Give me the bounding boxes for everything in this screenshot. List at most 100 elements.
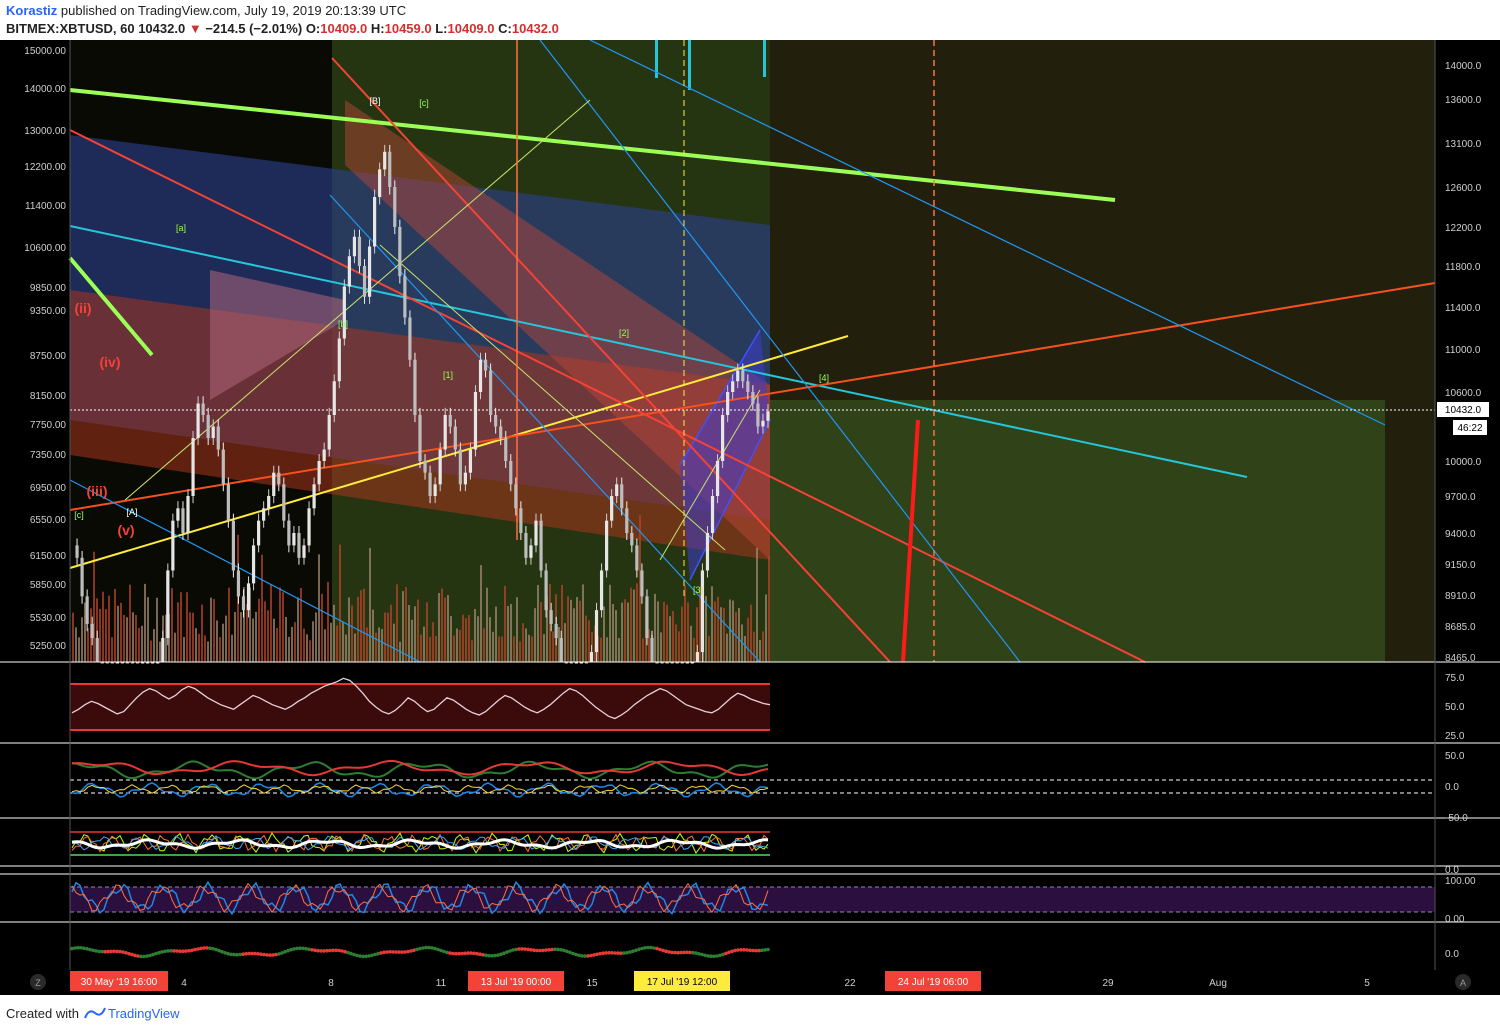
volume-bar — [489, 617, 491, 662]
volume-bar — [495, 606, 497, 662]
candle-body — [549, 610, 553, 624]
momentum-point — [511, 948, 515, 952]
volume-bar — [267, 610, 269, 662]
momentum-point — [292, 947, 296, 951]
momentum-point — [160, 950, 164, 954]
tradingview-logo-text[interactable]: TradingView — [108, 1006, 180, 1021]
candle-body — [620, 484, 624, 509]
right-axis-tick: 10600.0 — [1445, 388, 1482, 399]
momentum-point — [91, 948, 95, 953]
momentum-point — [82, 946, 86, 950]
volume-bar — [468, 614, 470, 662]
candle-body — [166, 570, 170, 638]
volume-bar — [183, 637, 185, 662]
left-axis-tick: 10600.00 — [24, 243, 66, 254]
volume-bar — [138, 627, 140, 662]
volume-bar — [123, 614, 125, 662]
momentum-point — [70, 946, 74, 951]
candle-body — [176, 508, 180, 521]
chart-canvas[interactable]: (ii) (iv) (iii) (v) [c] [A] [a] [b] [B] [c] [1] [2]… — [0, 40, 1500, 995]
candle-body — [317, 461, 321, 485]
volume-bar — [456, 628, 458, 662]
volume-bar — [426, 602, 428, 662]
momentum-point — [337, 948, 341, 953]
volume-bar — [408, 605, 410, 662]
volume-bar — [273, 618, 275, 662]
volume-bar — [624, 599, 626, 662]
volume-bar — [309, 640, 311, 662]
candle-body — [489, 370, 493, 415]
momentum-point — [493, 953, 497, 958]
volume-bar — [144, 583, 146, 662]
right-axis-tick: 10000.0 — [1445, 457, 1482, 468]
momentum-point — [187, 949, 191, 953]
candle-body — [292, 533, 296, 546]
volume-bar — [141, 625, 143, 662]
time-highlight-label: 24 Jul '19 06:00 — [898, 977, 969, 988]
indicator-tick: 0.0 — [1445, 865, 1459, 876]
momentum-point — [118, 949, 122, 954]
volume-bar — [264, 601, 266, 662]
volume-bar — [384, 612, 386, 662]
candle-body — [282, 484, 286, 521]
volume-bar — [516, 597, 518, 662]
candle-body — [277, 472, 281, 485]
candle-body — [458, 449, 462, 485]
candle-body — [423, 461, 427, 473]
volume-bar — [339, 544, 341, 662]
volume-bar — [105, 609, 107, 662]
volume-bar — [588, 620, 590, 662]
candle-body — [499, 426, 503, 438]
time-tick: 5 — [1364, 978, 1370, 989]
volume-bar — [627, 602, 629, 662]
candle-body — [559, 637, 563, 662]
volume-bar — [174, 632, 176, 662]
author-link[interactable]: Korastiz — [6, 3, 57, 18]
volume-bar — [465, 618, 467, 662]
green-projection-zone — [770, 400, 1385, 662]
volume-bar — [690, 625, 692, 662]
close-value: 10432.0 — [511, 21, 559, 36]
volume-bar — [234, 612, 236, 662]
candle-body — [206, 415, 210, 438]
publish-line: Korastiz published on TradingView.com, J… — [6, 3, 406, 18]
volume-bar — [312, 621, 314, 662]
volume-bar — [246, 603, 248, 662]
indicator-tick: 0.0 — [1445, 782, 1459, 793]
auto-scale-icon: A — [1460, 978, 1466, 988]
volume-bar — [360, 590, 362, 662]
volume-bar — [306, 634, 308, 662]
footer: Created with TradingView — [0, 996, 1500, 1032]
low-label: L: — [435, 21, 448, 36]
momentum-point — [640, 946, 644, 951]
volume-bar — [147, 597, 149, 662]
volume-bar — [432, 622, 434, 662]
volume-bar — [513, 636, 515, 662]
candle-body — [610, 496, 614, 521]
volume-bar — [708, 636, 710, 662]
volume-bar — [180, 592, 182, 662]
time-highlight-label: 17 Jul '19 12:00 — [647, 977, 718, 988]
candle-body — [75, 545, 79, 558]
right-axis-tick: 9700.0 — [1445, 492, 1476, 503]
volume-bar — [156, 597, 158, 662]
left-axis-tick: 8750.00 — [30, 351, 67, 362]
volume-bar — [531, 636, 533, 662]
candle-body — [403, 276, 407, 318]
wave-label: [2] — [619, 328, 629, 338]
candle-body — [312, 484, 316, 509]
time-tick: Aug — [1209, 978, 1227, 989]
volume-bar — [159, 641, 161, 662]
candle-body — [645, 596, 649, 638]
time-tick: 8 — [328, 978, 334, 989]
volume-bar — [342, 621, 344, 662]
volume-bar — [348, 597, 350, 662]
right-axis-tick: 13100.0 — [1445, 139, 1482, 150]
candle-body — [534, 520, 538, 546]
volume-bar — [756, 547, 758, 662]
right-axis-tick: 11000.0 — [1445, 345, 1481, 356]
candle-body — [80, 557, 84, 597]
candle-body — [478, 359, 483, 392]
volume-bar — [720, 607, 722, 662]
volume-bar — [102, 591, 104, 662]
